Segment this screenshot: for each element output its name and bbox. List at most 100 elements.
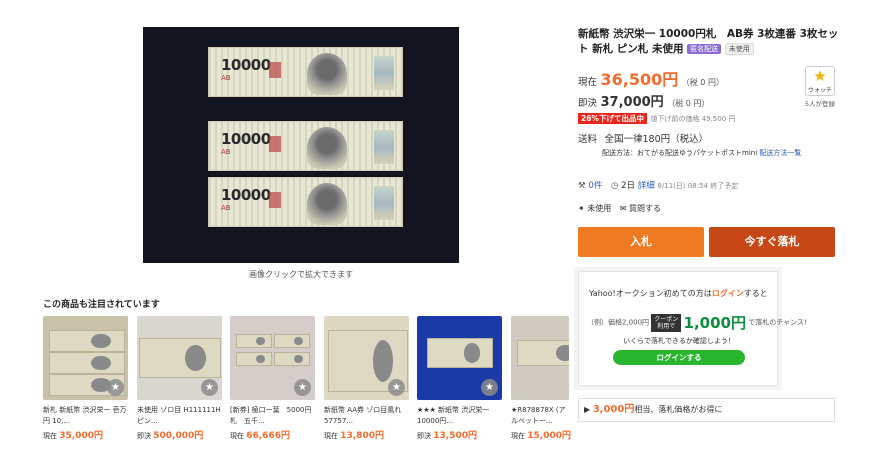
promo-amount: 3,000円 bbox=[592, 404, 635, 415]
condition-badge: 未使用 bbox=[724, 43, 754, 55]
bid-count[interactable]: 0件 bbox=[588, 181, 602, 191]
related-item-thumbnail: ★ bbox=[417, 316, 502, 400]
bid-button[interactable]: 入札 bbox=[578, 227, 704, 257]
related-item[interactable]: ★ 新紙幣 AA券 ゾロ目風れ 57757... 現在 13,800円 bbox=[324, 316, 409, 441]
end-time: 8/11(日) 08:54 終了予定 bbox=[657, 182, 739, 190]
favorite-star-icon[interactable]: ★ bbox=[107, 379, 124, 396]
favorite-star-icon[interactable]: ★ bbox=[294, 379, 311, 396]
related-item-price: 現在 35,000円 bbox=[43, 428, 128, 441]
price-label: 即決 bbox=[417, 432, 431, 440]
coupon-amount: 1,000円 bbox=[683, 314, 746, 332]
login-promo-line2: （例）価格2,000円 クーポン 利用で 1,000円 で落札のチャンス! bbox=[587, 312, 807, 333]
price-value: 13,800円 bbox=[340, 431, 384, 441]
auction-stats-row: ⚒ 0件 ◷ 2日 詳細 8/11(日) 08:54 終了予定 bbox=[578, 179, 738, 191]
login-promo-box: Yahoo!オークション初めての方はログインすると （例）価格2,000円 クー… bbox=[578, 271, 807, 386]
star-icon: ★ bbox=[813, 67, 827, 85]
related-item[interactable]: ★R878878X (アルベット一... 現在 15,000円 bbox=[511, 316, 571, 441]
shipping-methods-link[interactable]: 配送方法一覧 bbox=[759, 149, 801, 157]
login-promo-example: （例）価格2,000円 bbox=[587, 318, 650, 327]
favorite-star-icon[interactable]: ★ bbox=[481, 379, 498, 396]
triangle-right-icon: ▶ bbox=[584, 405, 591, 414]
price-before-discount: 値下げ前の価格 49,500 円 bbox=[650, 115, 736, 123]
question-icon: ✉ bbox=[619, 204, 627, 213]
time-left: 2日 bbox=[621, 181, 635, 191]
shipping-fee: 全国一律180円（税込） bbox=[604, 134, 709, 145]
login-promo-suffix: すると bbox=[743, 289, 768, 298]
condition-text: 未使用 bbox=[587, 204, 612, 213]
related-item-thumbnail: ★ bbox=[324, 316, 409, 400]
favorite-star-icon[interactable]: ★ bbox=[388, 379, 405, 396]
related-item-thumbnail bbox=[511, 316, 569, 400]
price-value: 13,500円 bbox=[433, 431, 477, 441]
related-item-title: ★★★ 新紙幣 渋沢栄一 10000円... bbox=[417, 406, 490, 425]
login-promo-prefix: Yahoo!オークション初めての方は bbox=[589, 289, 712, 298]
related-section-title: この商品も注目されています bbox=[43, 300, 160, 310]
related-item[interactable]: ★ ★★★ 新紙幣 渋沢栄一 10000円... 即決 13,500円 bbox=[417, 316, 502, 441]
watch-label: ウォッチ bbox=[807, 87, 832, 94]
product-title: 新紙幣 渋沢栄一 10000円札 AB券 3枚連番 3枚セット 新札 ピン札 未… bbox=[578, 27, 848, 57]
clock-icon: ◷ bbox=[610, 181, 619, 191]
coupon-badge: クーポン 利用で bbox=[651, 313, 682, 332]
current-price: 36,500円 bbox=[600, 70, 679, 89]
discount-badge: 26%下げて出品中 bbox=[578, 113, 647, 124]
banknote-image: 10000 AB bbox=[208, 177, 403, 227]
current-price-row: 現在 36,500円 （税 0 円） bbox=[578, 66, 724, 90]
related-item-thumbnail: ★ bbox=[230, 316, 315, 400]
related-item-title: 未使用 ゾロ目 H111111H ピン... bbox=[137, 406, 221, 425]
image-zoom-caption: 画像クリックで拡大できます bbox=[249, 270, 353, 279]
price-value: 35,000円 bbox=[59, 431, 103, 441]
buy-now-price-row: 即決 37,000円 （税 0 円） bbox=[578, 91, 709, 110]
price-value: 66,666円 bbox=[246, 431, 290, 441]
price-label: 現在 bbox=[324, 432, 338, 440]
login-promo-chance: で落札のチャンス! bbox=[748, 318, 807, 327]
favorite-star-icon[interactable]: ★ bbox=[201, 379, 218, 396]
buy-now-label: 即決 bbox=[578, 98, 598, 109]
price-value: 15,000円 bbox=[527, 431, 571, 441]
shipping-method: 配送方法：おてがる配送ゆうパケットポストmini bbox=[602, 149, 758, 157]
login-button[interactable]: ログインする bbox=[613, 350, 745, 365]
login-promo-link[interactable]: ログイン bbox=[712, 289, 744, 298]
related-item-price: 即決 13,500円 bbox=[417, 428, 502, 441]
related-item[interactable]: ★ [新券] 極口一葉 5000円札 五千... 現在 66,666円 bbox=[230, 316, 315, 441]
related-item-price: 現在 15,000円 bbox=[511, 428, 571, 441]
related-item-title: 新札 新紙幣 渋沢栄一 壱万円 10,... bbox=[43, 406, 127, 425]
login-promo-line3: いくらで落札できるか確認しよう！ bbox=[623, 337, 735, 345]
price-label: 即決 bbox=[137, 432, 151, 440]
coupon-bottom: 利用で bbox=[657, 322, 676, 330]
shipping-label: 送料 bbox=[578, 134, 598, 145]
anonymous-shipping-badge: 匿名配送 bbox=[687, 44, 722, 54]
question-link[interactable]: 質問する bbox=[629, 204, 661, 213]
detail-link[interactable]: 詳細 bbox=[638, 181, 655, 191]
discount-row: 26%下げて出品中 値下げ前の価格 49,500 円 bbox=[578, 111, 735, 124]
current-price-tax: （税 0 円） bbox=[681, 78, 724, 87]
related-item-price: 即決 500,000円 bbox=[137, 428, 222, 441]
price-label: 現在 bbox=[43, 432, 57, 440]
related-item-price: 現在 66,666円 bbox=[230, 428, 315, 441]
related-item-title: [新券] 極口一葉 5000円札 五千... bbox=[230, 406, 312, 425]
watch-count: 5人が登録 bbox=[804, 100, 836, 108]
shipping-method-row: 配送方法：おてがる配送ゆうパケットポストmini 配送方法一覧 bbox=[602, 148, 801, 158]
banknote-image: 10000 AB bbox=[208, 121, 403, 171]
related-item[interactable]: ★ 新札 新紙幣 渋沢栄一 壱万円 10,... 現在 35,000円 bbox=[43, 316, 128, 441]
hammer-icon: ⚒ bbox=[578, 181, 586, 191]
related-item[interactable]: ★ 未使用 ゾロ目 H111111H ピン... 即決 500,000円 bbox=[137, 316, 222, 441]
related-item-thumbnail: ★ bbox=[137, 316, 222, 400]
price-value: 500,000円 bbox=[153, 431, 204, 441]
related-item-title: ★R878878X (アルベット一... bbox=[511, 406, 566, 425]
buy-now-button[interactable]: 今すぐ落札 bbox=[709, 227, 835, 257]
sparkle-icon: ✦ bbox=[578, 204, 585, 213]
promo-text: 相当、落札価格がお得に bbox=[634, 405, 723, 414]
login-promo-line1: Yahoo!オークション初めての方はログインすると bbox=[589, 288, 768, 299]
watch-button[interactable]: ★ ウォッチ bbox=[805, 66, 835, 96]
promo-bar[interactable]: ▶ 3,000円相当、落札価格がお得に bbox=[578, 398, 835, 422]
current-price-label: 現在 bbox=[578, 77, 598, 88]
shipping-row: 送料 全国一律180円（税込） bbox=[578, 131, 708, 145]
buy-now-price: 37,000円 bbox=[600, 95, 664, 110]
main-product-image[interactable]: 10000 AB 10000 AB 10000 AB bbox=[143, 27, 459, 263]
related-item-price: 現在 13,800円 bbox=[324, 428, 409, 441]
related-item-title: 新紙幣 AA券 ゾロ目風れ 57757... bbox=[324, 406, 402, 425]
banknote-image: 10000 AB bbox=[208, 47, 403, 97]
buy-now-tax: （税 0 円） bbox=[667, 99, 710, 108]
price-label: 現在 bbox=[511, 432, 525, 440]
coupon-top: クーポン bbox=[654, 315, 679, 323]
